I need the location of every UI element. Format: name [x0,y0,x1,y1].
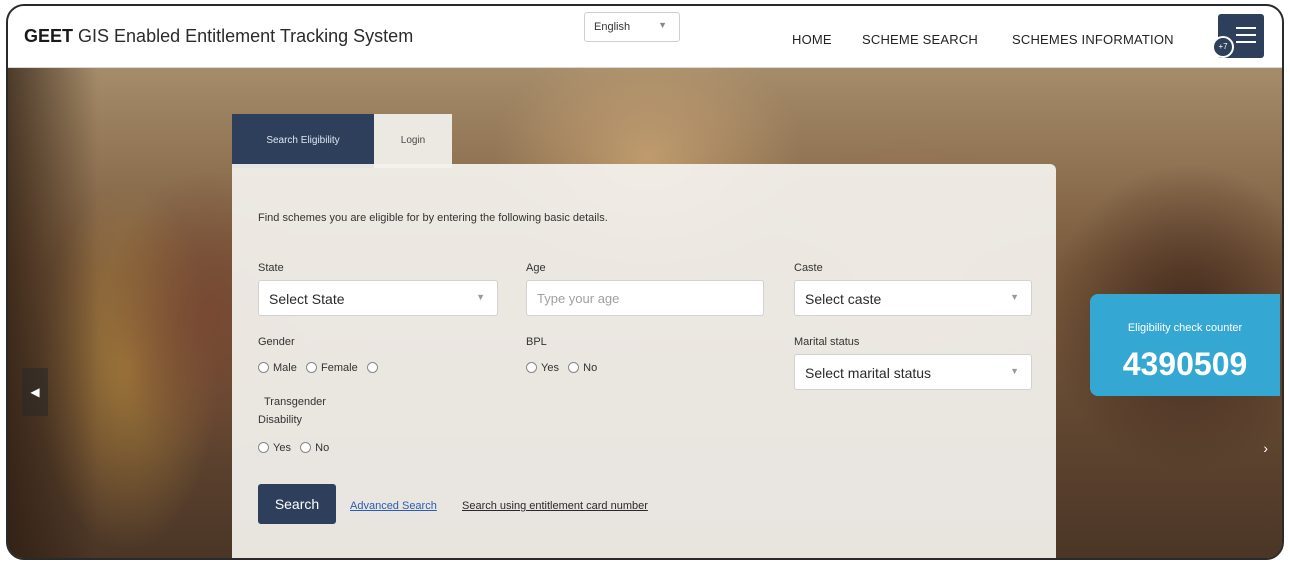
marital-status-select[interactable]: Select marital status ▼ [794,354,1032,390]
hamburger-icon [1236,27,1256,48]
brand-name: GIS Enabled Entitlement Tracking System [78,26,414,46]
age-placeholder: Type your age [537,291,620,306]
bpl-no-label: No [583,362,598,374]
brand-acronym: GEET [24,26,74,46]
eligibility-counter: Eligibility check counter 4390509 [1090,294,1280,396]
menu-button[interactable]: +7 [1212,14,1264,58]
tab-login[interactable]: Login [374,114,452,168]
disability-no-label: No [315,442,330,454]
bpl-options: Yes No [526,362,597,374]
eligibility-search-panel: Find schemes you are eligible for by ent… [232,164,1056,558]
chevron-down-icon: ▼ [658,20,667,30]
gender-transgender-label: Transgender [264,396,326,408]
bpl-no-radio[interactable] [568,362,580,373]
state-label: State [258,262,284,274]
disability-yes-label: Yes [273,442,291,454]
browser-frame: GEET GIS Enabled Entitlement Tracking Sy… [6,4,1284,560]
marital-status-label: Marital status [794,336,860,348]
caste-select-value: Select caste [805,291,882,307]
age-input[interactable]: Type your age [526,280,764,316]
advanced-search-link[interactable]: Advanced Search [350,500,437,512]
bpl-yes-label: Yes [541,362,559,374]
disability-no-radio[interactable] [300,442,312,453]
chevron-down-icon: ▼ [476,292,485,302]
menu-badge: +7 [1212,36,1234,58]
disability-options: Yes No [258,442,329,454]
chevron-down-icon: ▼ [1010,366,1019,376]
hero-shade [8,68,98,558]
marital-status-value: Select marital status [805,365,932,381]
gender-options: Male Female [258,362,382,374]
gender-male-label: Male [273,362,297,374]
counter-label: Eligibility check counter [1127,322,1243,334]
counter-value: 4390509 [1122,346,1248,382]
nav-scheme-search[interactable]: SCHEME SEARCH [862,32,978,47]
gender-label: Gender [258,336,295,348]
gender-female-label: Female [321,362,358,374]
age-label: Age [526,262,546,274]
language-select[interactable]: English ▼ [584,12,680,42]
state-select-value: Select State [269,291,345,307]
nav-home[interactable]: HOME [792,32,832,47]
carousel-next-icon[interactable]: › [1263,440,1268,456]
chevron-down-icon: ▼ [1010,292,1019,302]
carousel-prev-icon[interactable]: ◀ [22,368,48,416]
entitlement-card-search-link[interactable]: Search using entitlement card number [462,500,648,512]
language-value: English [594,21,631,33]
caste-select[interactable]: Select caste ▼ [794,280,1032,316]
disability-label: Disability [258,414,303,426]
bpl-label: BPL [526,336,547,348]
disability-yes-radio[interactable] [258,442,269,453]
gender-female-radio[interactable] [306,362,318,373]
gender-transgender-radio[interactable] [366,362,378,373]
bpl-yes-radio[interactable] [526,362,537,373]
intro-text: Find schemes you are eligible for by ent… [258,212,608,224]
search-button[interactable]: Search [258,484,336,524]
nav-schemes-information[interactable]: SCHEMES INFORMATION [1012,32,1174,47]
state-select[interactable]: Select State ▼ [258,280,498,316]
top-header: GEET GIS Enabled Entitlement Tracking Sy… [8,6,1282,68]
tab-search-eligibility[interactable]: Search Eligibility [232,114,374,168]
gender-male-radio[interactable] [258,362,269,373]
site-brand[interactable]: GEET GIS Enabled Entitlement Tracking Sy… [24,26,413,47]
caste-label: Caste [794,262,823,274]
